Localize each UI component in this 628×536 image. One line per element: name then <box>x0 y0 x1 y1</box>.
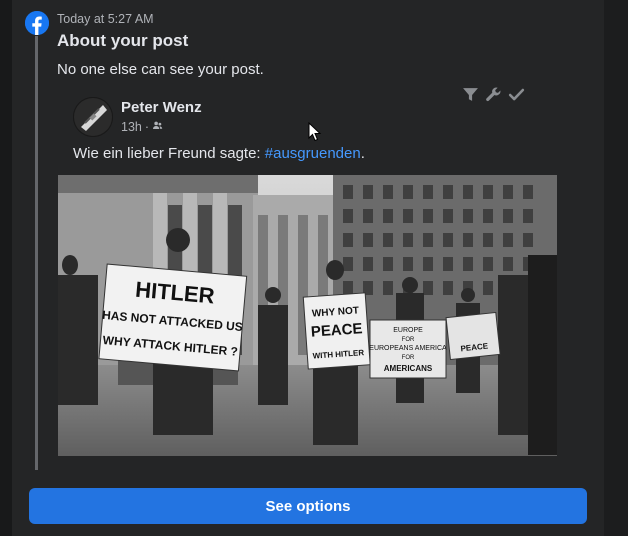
post-text-body: Wie ein lieber Freund sagte: <box>73 145 265 162</box>
mouse-cursor <box>308 121 322 142</box>
checkmark-icon[interactable] <box>508 86 525 103</box>
facebook-icon <box>25 11 49 35</box>
friends-icon <box>152 120 163 134</box>
svg-text:FOR: FOR <box>402 355 415 361</box>
svg-text:EUROPE: EUROPE <box>393 327 423 334</box>
author-avatar[interactable] <box>73 97 113 137</box>
post-meta: 13h · <box>121 120 163 134</box>
meta-separator: · <box>144 120 150 134</box>
thread-line <box>35 36 38 470</box>
scrollbar-gutter[interactable] <box>604 0 628 536</box>
post-tools <box>462 86 525 103</box>
filter-icon[interactable] <box>462 86 479 103</box>
notification-title: About your post <box>57 31 189 50</box>
post-text-end: . <box>360 145 365 162</box>
post-author-name[interactable]: Peter Wenz <box>121 99 202 116</box>
post-photo[interactable]: HITLER HAS NOT ATTACKED US WHY ATTACK HI… <box>58 175 557 456</box>
wrench-icon[interactable] <box>485 86 502 103</box>
notification-timestamp: Today at 5:27 AM <box>57 12 154 26</box>
post-text: Wie ein lieber Freund sagte: #ausgruende… <box>73 145 365 162</box>
svg-text:AMERICANS: AMERICANS <box>384 364 433 373</box>
svg-text:EUROPEANS AMERICA: EUROPEANS AMERICA <box>369 345 447 352</box>
hashtag-link[interactable]: #ausgruenden <box>265 145 361 162</box>
post-time[interactable]: 13h <box>121 120 142 134</box>
svg-text:FOR: FOR <box>402 337 415 343</box>
svg-text:PEACE: PEACE <box>310 320 363 341</box>
notification-message: No one else can see your post. <box>57 61 264 78</box>
see-options-button[interactable]: See options <box>29 488 587 524</box>
